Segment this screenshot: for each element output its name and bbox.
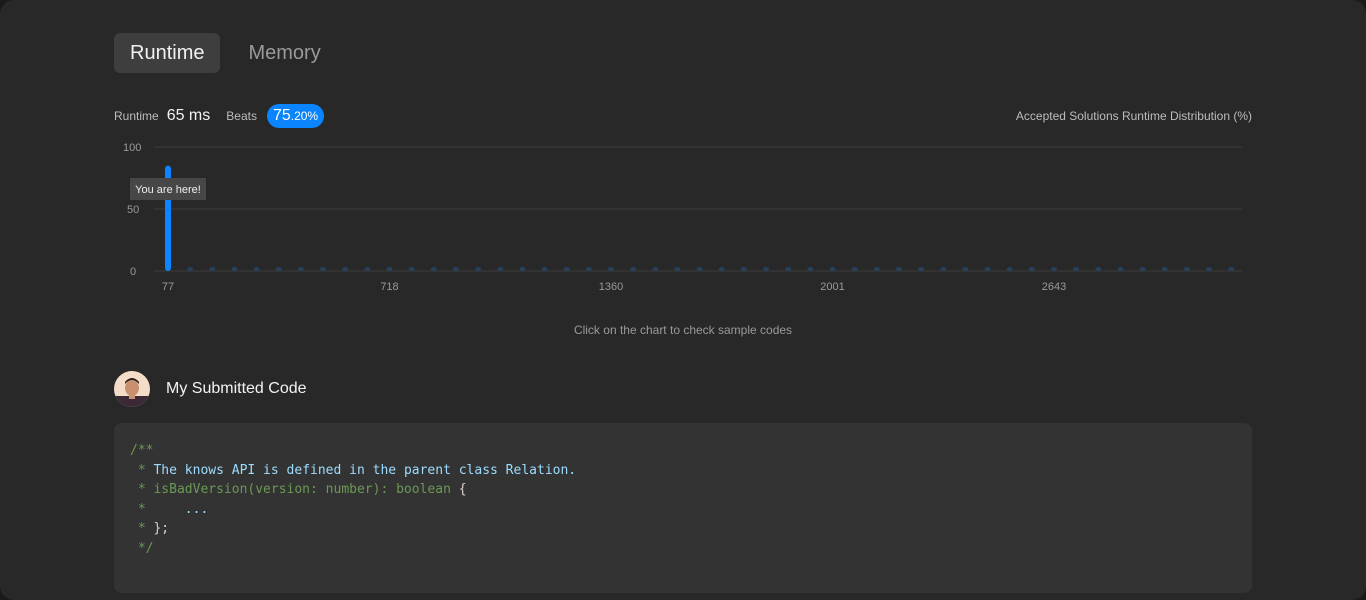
code-token: *	[130, 521, 154, 537]
distribution-bar[interactable]	[807, 267, 814, 271]
metric-tabs: Runtime Memory	[114, 33, 337, 73]
distribution-title: Accepted Solutions Runtime Distribution …	[1015, 109, 1252, 123]
distribution-bar[interactable]	[342, 267, 349, 271]
chart-hint: Click on the chart to check sample codes	[573, 323, 793, 337]
distribution-bar[interactable]	[630, 267, 637, 271]
distribution-bar[interactable]	[718, 267, 725, 271]
code-line: * The knows API is defined in the parent…	[130, 461, 1236, 481]
distribution-bar[interactable]	[962, 267, 969, 271]
distribution-bar[interactable]	[1161, 267, 1168, 271]
code-line: /**	[130, 441, 1236, 461]
submission-panel: Runtime Memory Runtime 65 ms Beats 75 .2…	[0, 0, 1366, 600]
distribution-bar[interactable]	[1095, 267, 1102, 271]
avatar[interactable]	[114, 371, 150, 407]
y-tick-label: 50	[127, 204, 139, 216]
distribution-bar[interactable]	[1073, 267, 1080, 271]
distribution-bar[interactable]	[1006, 267, 1013, 271]
distribution-bar[interactable]	[608, 267, 614, 271]
distribution-bar[interactable]	[1028, 267, 1035, 271]
distribution-bar[interactable]	[386, 267, 393, 271]
distribution-bar[interactable]	[275, 267, 282, 271]
distribution-bar[interactable]	[696, 267, 703, 271]
distribution-bar[interactable]	[541, 267, 548, 271]
code-block[interactable]: /** * The knows API is defined in the pa…	[114, 423, 1252, 593]
distribution-bar[interactable]	[763, 267, 770, 271]
code-token: ...	[184, 501, 209, 517]
runtime-distribution-chart[interactable]: 100 50 0 77 718 1360 2001 2643 You are here!	[114, 135, 1252, 295]
distribution-bar[interactable]	[785, 267, 792, 271]
submitted-code-title: My Submitted Code	[166, 380, 307, 397]
code-token: *	[130, 501, 185, 517]
code-line: */	[130, 539, 1236, 559]
distribution-bar[interactable]	[851, 267, 858, 271]
distribution-bar[interactable]	[320, 267, 327, 271]
y-tick-label: 100	[123, 142, 141, 154]
distribution-bar[interactable]	[519, 267, 526, 271]
distribution-bar[interactable]	[829, 267, 836, 271]
distribution-bar[interactable]	[1117, 267, 1124, 271]
code-token: The knows API is defined in the parent c…	[153, 462, 577, 478]
distribution-bar[interactable]	[408, 267, 415, 271]
runtime-stats: Runtime 65 ms Beats 75 .20%	[114, 104, 325, 128]
distribution-bar[interactable]	[1228, 267, 1235, 271]
code-token: * isBadVersion(version: number): boolean	[130, 482, 459, 498]
distribution-bar[interactable]	[1183, 267, 1190, 271]
distribution-bar[interactable]	[873, 267, 880, 271]
distribution-bar[interactable]	[1139, 267, 1146, 271]
distribution-bar[interactable]	[452, 267, 459, 271]
distribution-bar[interactable]	[497, 267, 504, 271]
distribution-bar[interactable]	[1206, 267, 1213, 271]
tab-memory[interactable]: Memory	[232, 33, 336, 73]
x-tick-label: 1360	[599, 281, 623, 293]
distribution-bar[interactable]	[563, 267, 570, 271]
code-line: * isBadVersion(version: number): boolean…	[130, 480, 1236, 500]
beats-percent-integer: 75	[272, 107, 291, 124]
code-line: * ...	[130, 500, 1236, 520]
code-token: *	[130, 462, 154, 478]
tab-runtime[interactable]: Runtime	[114, 33, 221, 73]
beats-badge: 75 .20%	[266, 104, 325, 128]
runtime-label: Runtime	[114, 109, 159, 123]
distribution-bar[interactable]	[652, 267, 659, 271]
distribution-bar[interactable]	[187, 267, 194, 271]
distribution-bar[interactable]	[297, 267, 304, 271]
beats-percent-decimal: .20%	[290, 109, 319, 123]
x-tick-label: 2001	[820, 281, 844, 293]
x-tick-label: 2643	[1042, 281, 1066, 293]
distribution-bar[interactable]	[585, 267, 592, 271]
tooltip-text: You are here!	[135, 184, 201, 196]
distribution-bar[interactable]	[209, 267, 216, 271]
x-tick-label: 718	[380, 281, 398, 293]
y-tick-label: 0	[130, 266, 136, 278]
code-token: /**	[130, 443, 154, 458]
code-line: * };	[130, 519, 1236, 539]
code-token: */	[130, 540, 154, 556]
distribution-bar[interactable]	[430, 267, 437, 271]
distribution-bar[interactable]	[895, 267, 902, 271]
distribution-bar[interactable]	[674, 267, 681, 271]
distribution-bar[interactable]	[740, 267, 747, 271]
distribution-bar[interactable]	[253, 267, 260, 271]
distribution-bar[interactable]	[984, 267, 991, 271]
distribution-bar[interactable]	[475, 267, 482, 271]
distribution-bar[interactable]	[918, 267, 925, 271]
submitter-row: My Submitted Code	[114, 371, 307, 407]
distribution-bar[interactable]	[940, 267, 947, 271]
distribution-bar[interactable]	[231, 267, 238, 271]
code-token: {	[458, 482, 467, 498]
runtime-value: 65 ms	[166, 107, 211, 124]
code-token: };	[153, 521, 170, 537]
distribution-bar[interactable]	[1051, 267, 1057, 271]
beats-label: Beats	[226, 109, 257, 123]
distribution-bar[interactable]	[364, 267, 371, 271]
x-tick-label: 77	[162, 281, 174, 293]
